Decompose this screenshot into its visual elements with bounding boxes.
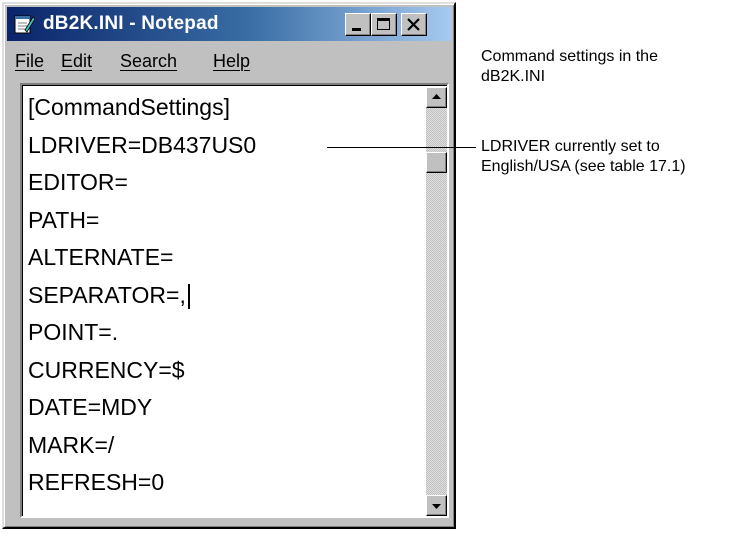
maximize-button[interactable]: [371, 13, 397, 36]
text-line: MARK=/: [28, 431, 115, 458]
menu-bar: File Edit Search Help: [7, 44, 451, 78]
window-title: dB2K.INI - Notepad: [43, 13, 219, 34]
text-line-with-caret: SEPARATOR=,: [28, 277, 423, 315]
text-line: REFRESH=0: [28, 469, 165, 495]
menu-search[interactable]: Search: [120, 50, 177, 72]
scroll-down-button[interactable]: [426, 495, 447, 516]
title-bar[interactable]: dB2K.INI - Notepad: [7, 7, 451, 41]
callout-leader-line: [327, 147, 476, 148]
callout-text: LDRIVER currently set to: [481, 138, 660, 155]
text-line: CURRENCY=$: [28, 356, 185, 383]
text-line: ALTERNATE=: [28, 244, 174, 270]
settings-callout: Command settings in the dB2K.INI: [481, 47, 658, 87]
text-line: PATH=: [28, 206, 100, 233]
notepad-icon[interactable]: [13, 13, 36, 35]
text-line: DATE=MDY: [28, 394, 153, 420]
ldriver-callout: LDRIVER currently set to English/USA (se…: [481, 137, 686, 177]
text-editor[interactable]: [CommandSettings] LDRIVER=DB437US0 EDITO…: [20, 83, 449, 518]
text-line: EDITOR=: [28, 169, 128, 195]
scroll-thumb[interactable]: [426, 152, 447, 173]
scroll-up-button[interactable]: [426, 87, 447, 108]
minimize-icon: [352, 28, 361, 31]
vertical-scrollbar[interactable]: [426, 87, 447, 516]
text-cursor: [187, 283, 190, 309]
menu-file[interactable]: File: [15, 50, 44, 72]
text-line: POINT=.: [28, 319, 119, 345]
text-line-content: SEPARATOR=,: [28, 281, 186, 308]
text-line: LDRIVER=DB437US0: [28, 131, 257, 158]
close-icon: [407, 18, 420, 31]
menu-edit[interactable]: Edit: [61, 50, 92, 72]
menu-help[interactable]: Help: [213, 50, 250, 72]
arrow-up-icon: [432, 94, 441, 99]
callout-text: Command settings in the: [481, 48, 658, 65]
text-line: [CommandSettings]: [28, 94, 230, 120]
minimize-button[interactable]: [345, 13, 371, 36]
callout-text: English/USA (see table 17.1): [481, 158, 686, 175]
close-button[interactable]: [401, 13, 427, 36]
notepad-window: dB2K.INI - Notepad File Edit Search Help…: [2, 2, 456, 529]
editor-text[interactable]: [CommandSettings] LDRIVER=DB437US0 EDITO…: [28, 89, 423, 502]
callout-text: dB2K.INI: [481, 68, 546, 85]
maximize-icon: [377, 18, 390, 30]
arrow-down-icon: [432, 504, 441, 509]
